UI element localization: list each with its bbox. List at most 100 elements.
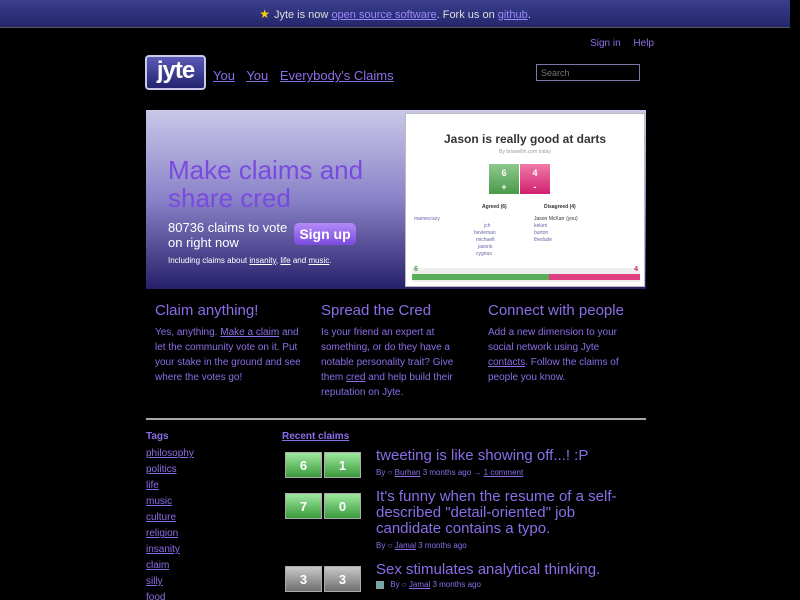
claim-time: 3 months ago xyxy=(432,580,481,589)
tag-link[interactable]: silly xyxy=(146,574,194,590)
image-icon xyxy=(376,580,384,589)
disagree-count: 3 xyxy=(324,566,361,592)
tag-link[interactable]: life xyxy=(146,478,194,494)
claim-time: 3 months ago xyxy=(418,541,467,550)
feature-title: Claim anything! xyxy=(155,302,259,319)
feature-spread-cred: Spread the Cred Is your friend an expert… xyxy=(321,302,471,400)
agreed-header: Agreed (6) xyxy=(482,204,507,210)
hero-topics: Including claims about insanity, life an… xyxy=(168,256,332,265)
agree-count: 6 xyxy=(501,168,507,178)
cred-link[interactable]: cred xyxy=(346,372,365,383)
topic-link-insanity[interactable]: insanity xyxy=(249,256,276,265)
feature-title: Spread the Cred xyxy=(321,302,432,319)
comments-link[interactable]: 1 comment xyxy=(484,468,524,477)
help-link[interactable]: Help xyxy=(633,38,654,49)
claims-count: 80736 claims to vote on right now xyxy=(168,220,288,250)
topic-link-music[interactable]: music xyxy=(308,256,329,265)
topics-and: and xyxy=(292,256,307,265)
claim-meta: By ○ Jamal 3 months ago xyxy=(376,580,481,589)
hero-title: Make claims and share cred xyxy=(168,155,364,213)
tag-link[interactable]: philosophy xyxy=(146,446,194,462)
feature-title: Connect with people xyxy=(488,302,624,319)
tags-heading: Tags xyxy=(146,431,169,442)
sample-vote-bar: 6 4 xyxy=(412,266,640,282)
agree-count: 6 xyxy=(285,452,322,478)
agreed-users: mamecrazy jch bevleman michaelt jasonk c… xyxy=(414,216,514,258)
claim-time: 3 months ago xyxy=(422,468,472,477)
agree-sign: + xyxy=(501,182,507,192)
agree-bar-fill xyxy=(412,274,549,280)
by-label: By xyxy=(376,468,386,477)
agreed-user: michaelt xyxy=(476,237,495,243)
github-link[interactable]: github xyxy=(498,9,528,21)
claim-vote-pill[interactable]: 3 3 xyxy=(285,566,363,592)
feature-text-pre: Yes, anything. xyxy=(155,327,218,338)
agreed-user: bevleman xyxy=(474,230,496,236)
feature-text-pre: Add a new dimension to your social netwo… xyxy=(488,327,617,353)
feature-text: Add a new dimension to your social netwo… xyxy=(488,325,638,385)
disagreed-user: Jason McKarr (you) xyxy=(534,216,578,222)
hero-banner: Make claims and share cred 80736 claims … xyxy=(146,110,646,289)
claim-title[interactable]: It's funny when the resume of a self-des… xyxy=(376,489,636,537)
agreed-user: cygnus xyxy=(476,251,492,257)
disagreed-user: kelum xyxy=(534,223,548,229)
contacts-link[interactable]: contacts xyxy=(488,357,525,368)
claim-vote-pill[interactable]: 6 1 xyxy=(285,452,363,478)
author-link[interactable]: Burhan xyxy=(395,468,421,477)
agree-count: 3 xyxy=(285,566,322,592)
signup-button[interactable]: Sign up xyxy=(294,223,356,245)
feature-claim-anything: Claim anything! Yes, anything. Make a cl… xyxy=(155,302,305,385)
make-claim-link[interactable]: Make a claim xyxy=(220,327,279,338)
agreed-user: jasonk xyxy=(478,244,493,250)
search-input[interactable] xyxy=(536,64,640,81)
jyte-logo[interactable]: jyte xyxy=(145,55,206,90)
disagree-count: 4 xyxy=(532,168,538,178)
nav-you-1[interactable]: You xyxy=(213,68,235,83)
nav-everybody-claims[interactable]: Everybody's Claims xyxy=(280,68,394,83)
nav-you-2[interactable]: You xyxy=(246,68,268,83)
disagreed-users: Jason McKarr (you) kelum burton thedude xyxy=(534,216,634,244)
main-nav: You You Everybody's Claims xyxy=(213,68,402,83)
user-icon: ○ xyxy=(401,580,407,589)
tag-link[interactable]: claim xyxy=(146,558,194,574)
sample-agree-vote: 6 + xyxy=(489,164,519,194)
tag-link[interactable]: religion xyxy=(146,526,194,542)
disagree-count: 1 xyxy=(324,452,361,478)
claim-title[interactable]: Sex stimulates analytical thinking. xyxy=(376,562,636,578)
tags-list: philosophy politics life music culture r… xyxy=(146,446,194,600)
user-icon: ○ xyxy=(387,468,393,477)
by-label: By xyxy=(376,541,386,550)
tag-link[interactable]: politics xyxy=(146,462,194,478)
sample-disagree-vote: 4 - xyxy=(520,164,550,194)
tag-link[interactable]: food xyxy=(146,590,194,600)
announcement-bar: ★ Jyte is now open source software. Fork … xyxy=(0,0,790,28)
sample-claim-card: Jason is really good at darts By brianel… xyxy=(405,113,645,287)
tag-link[interactable]: insanity xyxy=(146,542,194,558)
claim-vote-pill[interactable]: 7 0 xyxy=(285,493,363,519)
claim-meta: By ○ Burhan 3 months ago → 1 comment xyxy=(376,468,523,477)
announcement-text-middle: . Fork us on xyxy=(436,9,495,21)
announcement-text: Jyte is now xyxy=(273,9,329,21)
account-links: Sign in Help xyxy=(580,38,654,49)
section-divider xyxy=(146,418,646,420)
topics-prefix: Including claims about xyxy=(168,256,248,265)
claim-title[interactable]: tweeting is like showing off...! :P xyxy=(376,448,636,464)
tag-link[interactable]: music xyxy=(146,494,194,510)
feature-text: Yes, anything. Make a claim and let the … xyxy=(155,325,305,385)
feature-text: Is your friend an expert at something, o… xyxy=(321,325,471,400)
disagreed-header: Disagreed (4) xyxy=(544,204,576,210)
sample-voters: Agreed (6) Disagreed (4) mamecrazy jch b… xyxy=(406,202,644,257)
sample-claim-title: Jason is really good at darts xyxy=(443,132,607,146)
recent-claims-heading[interactable]: Recent claims xyxy=(282,431,349,442)
open-source-link[interactable]: open source software xyxy=(331,9,436,21)
star-icon: ★ xyxy=(259,7,270,21)
disagree-bar-fill xyxy=(548,274,640,280)
author-link[interactable]: Jamal xyxy=(409,580,430,589)
disagreed-user: thedude xyxy=(534,237,553,243)
topic-link-life[interactable]: life xyxy=(280,256,290,265)
sample-claim-byline: By brianellin.com today xyxy=(499,149,551,155)
tag-link[interactable]: culture xyxy=(146,510,194,526)
signin-link[interactable]: Sign in xyxy=(590,38,621,49)
author-link[interactable]: Jamal xyxy=(395,541,416,550)
by-label: By xyxy=(390,580,400,589)
